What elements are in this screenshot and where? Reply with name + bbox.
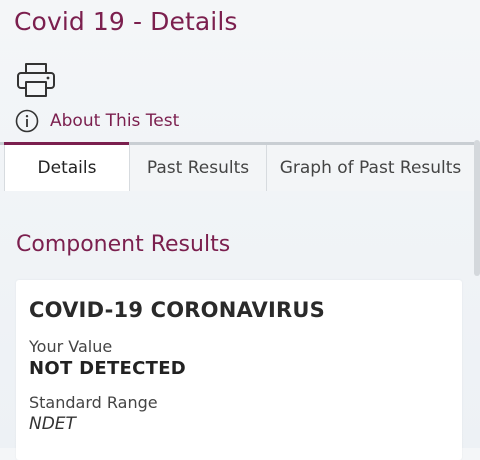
print-button[interactable] <box>15 62 57 98</box>
tab-graph-of-past-results[interactable]: Graph of Past Results <box>267 145 474 191</box>
standard-range-value: NDET <box>29 414 76 434</box>
tab-past-results[interactable]: Past Results <box>130 145 267 191</box>
tab-details[interactable]: Details <box>4 142 130 191</box>
tab-graph-label: Graph of Past Results <box>279 158 462 178</box>
component-name: COVID-19 CORONAVIRUS <box>29 298 325 322</box>
printer-icon <box>17 63 55 97</box>
tab-details-label: Details <box>37 158 97 178</box>
your-value: NOT DETECTED <box>29 358 187 379</box>
standard-range-label: Standard Range <box>29 393 158 412</box>
info-icon <box>15 109 39 133</box>
your-value-label: Your Value <box>29 337 113 356</box>
about-this-test-link[interactable]: About This Test <box>15 108 179 134</box>
section-heading: Component Results <box>16 232 231 257</box>
page-title: Covid 19 - Details <box>14 7 238 36</box>
component-result-card: COVID-19 CORONAVIRUS Your Value NOT DETE… <box>16 280 462 460</box>
about-link-label: About This Test <box>50 111 180 131</box>
tab-past-results-label: Past Results <box>146 158 250 178</box>
scrollbar-thumb[interactable] <box>474 140 480 276</box>
